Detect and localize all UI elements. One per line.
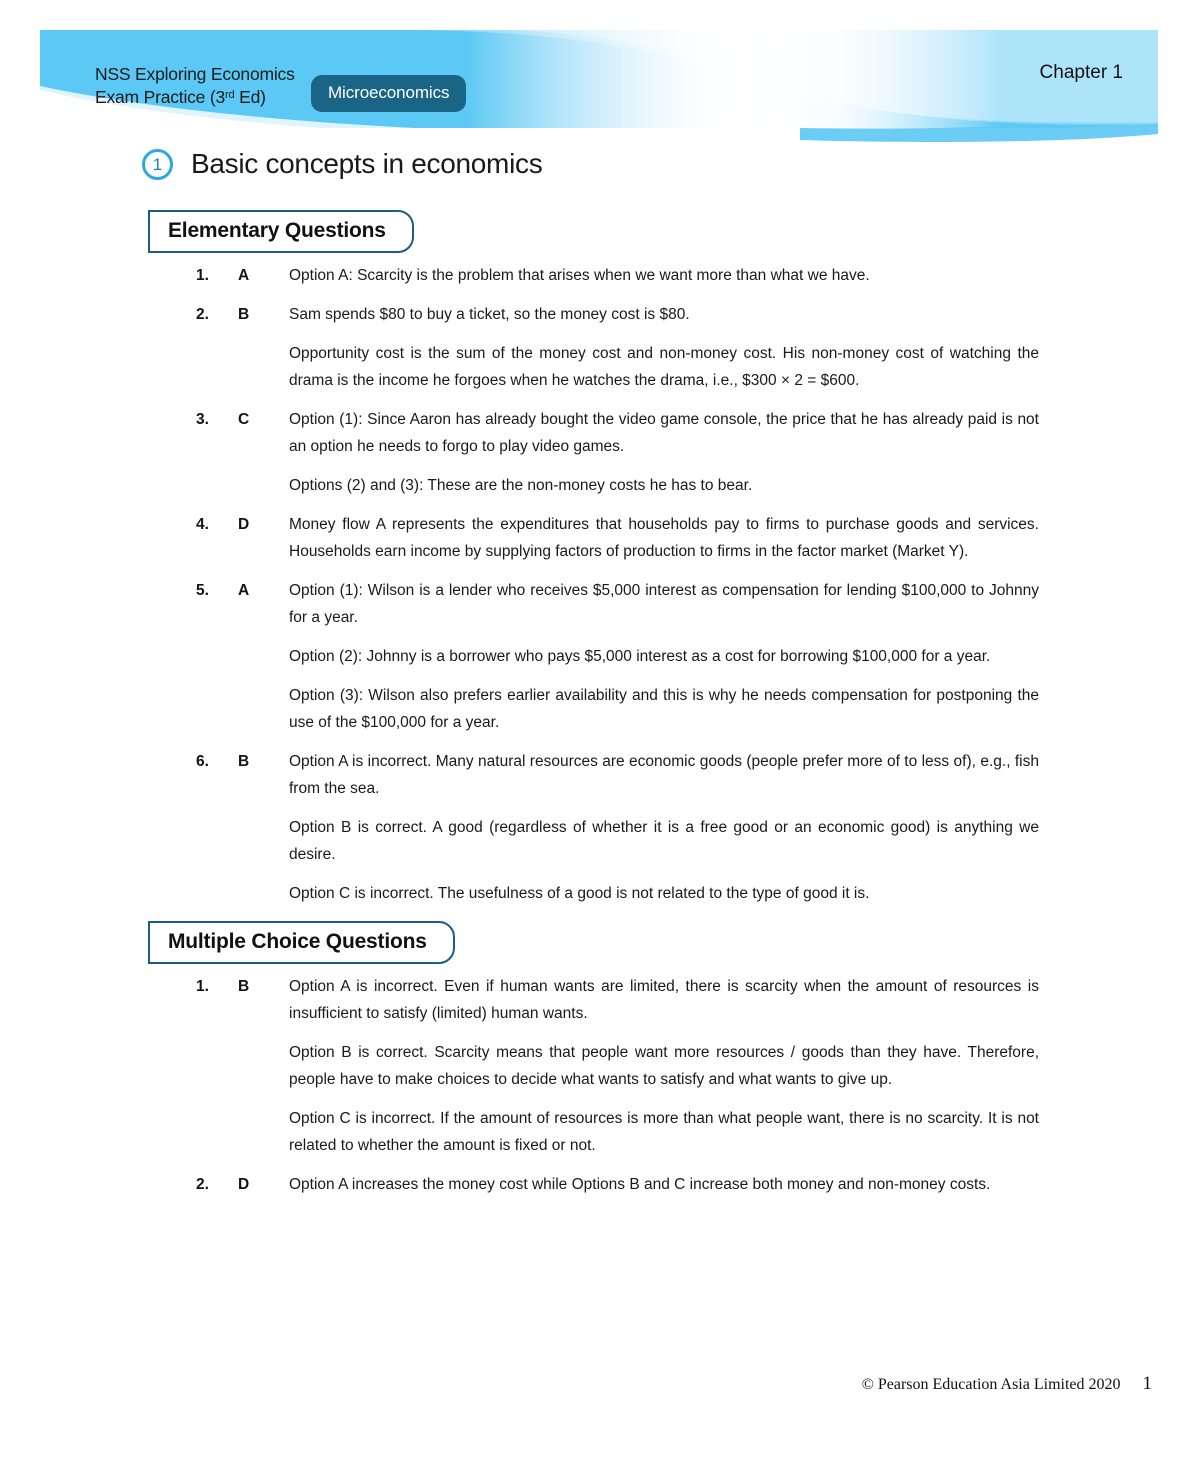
chapter-number-badge: 1: [142, 148, 173, 180]
page-title: Basic concepts in economics: [191, 148, 543, 179]
answer-list-multiple-choice-questions: 1. B Option A is incorrect. Even if huma…: [186, 973, 1066, 1210]
answer-paragraph: Option (1): Wilson is a lender who recei…: [289, 582, 1039, 626]
answer-letter: D: [238, 1176, 250, 1193]
answer-list-elementary-questions: 1. A Option A: Scarcity is the problem t…: [186, 262, 1066, 919]
answer-body: Option A is incorrect. Even if human wan…: [289, 973, 1039, 1159]
answer-letter: C: [238, 411, 250, 428]
question-number: 5.: [196, 582, 209, 599]
section-heading-multiple-choice-questions: Multiple Choice Questions: [148, 921, 455, 964]
question-number: 2.: [196, 1176, 209, 1193]
answer-letter: A: [238, 267, 250, 284]
table-row: 6. B Option A is incorrect. Many natural…: [186, 748, 1066, 907]
answer-body: Option (1): Wilson is a lender who recei…: [289, 577, 1039, 736]
answer-paragraph: Opportunity cost is the sum of the money…: [289, 345, 1039, 389]
answer-letter: B: [238, 978, 250, 995]
question-number: 3.: [196, 411, 209, 428]
answer-body: Option A increases the money cost while …: [289, 1171, 1039, 1198]
publication-title: NSS Exploring Economics Exam Practice (3…: [95, 64, 295, 108]
header-banner: NSS Exploring Economics Exam Practice (3…: [40, 30, 1158, 142]
answer-paragraph: Option (2): Johnny is a borrower who pay…: [289, 648, 991, 665]
answer-paragraph: Option A is incorrect. Many natural reso…: [289, 753, 1039, 797]
table-row: 5. A Option (1): Wilson is a lender who …: [186, 577, 1066, 736]
document-page: NSS Exploring Economics Exam Practice (3…: [0, 0, 1200, 1478]
answer-paragraph: Option A: Scarcity is the problem that a…: [289, 267, 870, 284]
table-row: 1. B Option A is incorrect. Even if huma…: [186, 973, 1066, 1159]
answer-letter: B: [238, 306, 250, 323]
answer-paragraph: Option B is correct. Scarcity means that…: [289, 1044, 1039, 1088]
table-row: 4. D Money flow A represents the expendi…: [186, 511, 1066, 565]
question-number: 6.: [196, 753, 209, 770]
answer-body: Money flow A represents the expenditures…: [289, 511, 1039, 565]
publication-edition-post: Ed): [234, 87, 266, 107]
answer-paragraph: Options (2) and (3): These are the non-m…: [289, 477, 753, 494]
question-number: 1.: [196, 978, 209, 995]
answer-letter: A: [238, 582, 250, 599]
table-row: 2. D Option A increases the money cost w…: [186, 1171, 1066, 1198]
answer-paragraph: Option (1): Since Aaron has already boug…: [289, 411, 1039, 455]
page-footer: © Pearson Education Asia Limited 2020 1: [862, 1373, 1152, 1395]
table-row: 2. B Sam spends $80 to buy a ticket, so …: [186, 301, 1066, 394]
chapter-title-row: 1 Basic concepts in economics: [142, 148, 543, 180]
answer-letter: B: [238, 753, 250, 770]
question-number: 2.: [196, 306, 209, 323]
publication-title-line1: NSS Exploring Economics: [95, 64, 295, 84]
answer-paragraph: Option A increases the money cost while …: [289, 1176, 991, 1193]
copyright-notice: © Pearson Education Asia Limited 2020: [861, 1376, 1121, 1393]
answer-body: Option A: Scarcity is the problem that a…: [289, 262, 1039, 289]
answer-paragraph: Option B is correct. A good (regardless …: [289, 819, 1039, 863]
answer-paragraph: Option C is incorrect. The usefulness of…: [289, 885, 870, 902]
answer-body: Sam spends $80 to buy a ticket, so the m…: [289, 301, 1039, 394]
answer-paragraph: Option C is incorrect. If the amount of …: [289, 1110, 1039, 1154]
answer-paragraph: Money flow A represents the expenditures…: [289, 516, 1039, 560]
answer-body: Option A is incorrect. Many natural reso…: [289, 748, 1039, 907]
answer-letter: D: [238, 516, 250, 533]
page-number: 1: [1142, 1373, 1153, 1394]
question-number: 1.: [196, 267, 209, 284]
table-row: 1. A Option A: Scarcity is the problem t…: [186, 262, 1066, 289]
question-number: 4.: [196, 516, 209, 533]
subject-badge: Microeconomics: [311, 75, 467, 112]
answer-paragraph: Sam spends $80 to buy a ticket, so the m…: [289, 306, 690, 323]
section-heading-elementary-questions: Elementary Questions: [148, 210, 414, 253]
publication-title-line2: Exam Practice (3rd Ed): [95, 85, 295, 108]
answer-paragraph: Option A is incorrect. Even if human wan…: [289, 978, 1039, 1022]
table-row: 3. C Option (1): Since Aaron has already…: [186, 406, 1066, 499]
chapter-label: Chapter 1: [1039, 62, 1123, 83]
answer-body: Option (1): Since Aaron has already boug…: [289, 406, 1039, 499]
answer-paragraph: Option (3): Wilson also prefers earlier …: [289, 687, 1039, 731]
publication-edition-pre: Exam Practice (3: [95, 87, 226, 107]
